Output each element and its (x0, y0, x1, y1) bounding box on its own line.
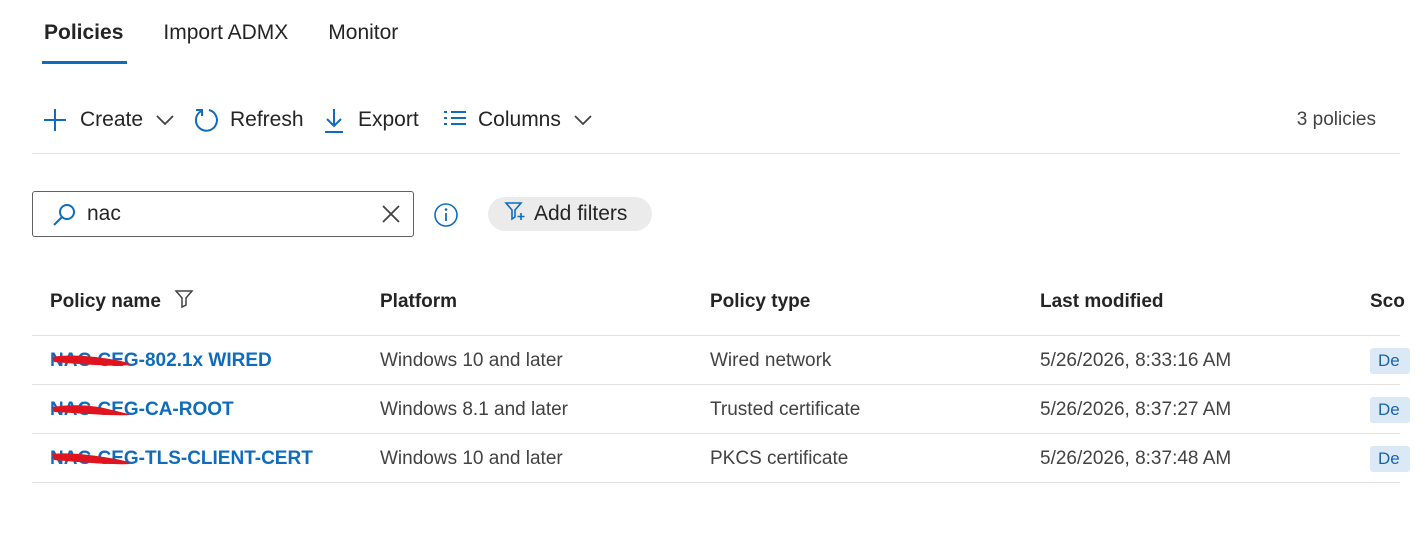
redaction-mark (50, 401, 132, 419)
column-header-last-modified[interactable]: Last modified (1040, 276, 1164, 328)
command-bar: Create Refresh Export Columns 3 policies (32, 96, 1400, 154)
policies-table: Policy name Platform Policy type Last mo… (32, 276, 1410, 483)
table-row[interactable]: NAC-CEG-CA-ROOT Windows 8.1 and later Tr… (32, 385, 1410, 434)
policy-type-cell: Wired network (710, 350, 832, 371)
columns-icon (442, 109, 468, 131)
last-modified-cell: 5/26/2026, 8:37:27 AM (1040, 399, 1232, 420)
redaction-mark (50, 352, 132, 370)
table-row[interactable]: NAC-CEG-TLS-CLIENT-CERT Windows 10 and l… (32, 434, 1410, 483)
columns-button[interactable]: Columns (442, 104, 593, 136)
column-header-policy-name[interactable]: Policy name (50, 276, 194, 328)
plus-icon (42, 107, 68, 133)
download-icon (322, 106, 346, 134)
column-header-scope[interactable]: Sco (1370, 276, 1405, 328)
create-label: Create (80, 108, 144, 131)
last-modified-cell: 5/26/2026, 8:33:16 AM (1040, 350, 1232, 371)
policy-type-cell: Trusted certificate (710, 399, 861, 420)
table-header: Policy name Platform Policy type Last mo… (32, 276, 1405, 336)
export-button[interactable]: Export (322, 104, 419, 136)
add-filters-label: Add filters (534, 202, 628, 225)
search-input[interactable] (87, 200, 367, 228)
platform-cell: Windows 8.1 and later (380, 399, 568, 420)
tab-import-admx[interactable]: Import ADMX (163, 0, 288, 66)
filter-add-icon (504, 201, 534, 227)
tab-policies[interactable]: Policies (41, 0, 128, 66)
scope-badge: De (1370, 348, 1410, 374)
tab-bar: Policies Import ADMX Monitor (41, 0, 438, 66)
tab-monitor[interactable]: Monitor (328, 0, 398, 66)
filter-icon[interactable] (174, 290, 194, 314)
export-label: Export (358, 108, 419, 131)
table-row[interactable]: NAC-CEG-802.1x WIRED Windows 10 and late… (32, 336, 1410, 385)
platform-cell: Windows 10 and later (380, 350, 563, 371)
platform-cell: Windows 10 and later (380, 448, 563, 469)
chevron-down-icon (573, 114, 593, 126)
column-header-label: Policy name (50, 291, 161, 312)
redaction-mark (50, 450, 132, 468)
refresh-icon (192, 106, 220, 134)
column-header-platform[interactable]: Platform (380, 276, 457, 328)
clear-search-icon[interactable] (380, 203, 402, 230)
policy-count: 3 policies (1296, 109, 1376, 130)
search-icon (51, 202, 77, 233)
refresh-label: Refresh (230, 108, 304, 131)
add-filters-button[interactable]: Add filters (488, 197, 652, 231)
scope-badge: De (1370, 446, 1410, 472)
column-header-policy-type[interactable]: Policy type (710, 276, 810, 328)
last-modified-cell: 5/26/2026, 8:37:48 AM (1040, 448, 1232, 469)
search-box (32, 191, 414, 237)
scope-badge: De (1370, 397, 1410, 423)
create-button[interactable]: Create (42, 104, 175, 136)
refresh-button[interactable]: Refresh (192, 104, 304, 136)
columns-label: Columns (478, 108, 561, 131)
info-icon[interactable] (433, 202, 459, 233)
chevron-down-icon (155, 114, 175, 126)
policy-type-cell: PKCS certificate (710, 448, 849, 469)
